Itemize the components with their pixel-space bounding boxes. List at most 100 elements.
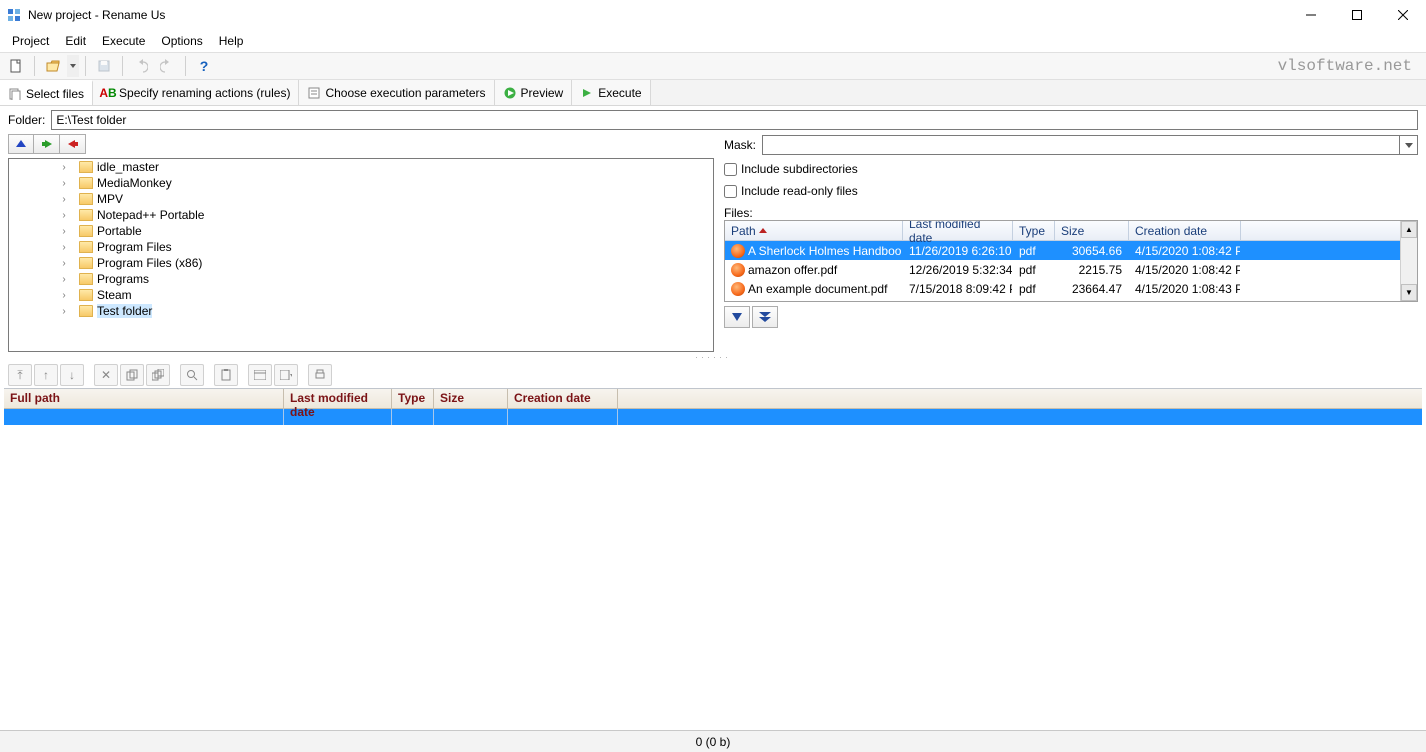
open-dropdown[interactable] bbox=[67, 55, 79, 77]
tree-item[interactable]: ›Portable bbox=[9, 223, 713, 239]
tree-up-button[interactable] bbox=[8, 134, 34, 154]
expander-icon[interactable]: › bbox=[59, 210, 69, 221]
tree-item-label: idle_master bbox=[97, 160, 159, 174]
expander-icon[interactable]: › bbox=[59, 274, 69, 285]
tab-execution-params[interactable]: Choose execution parameters bbox=[299, 80, 494, 105]
grid-row[interactable] bbox=[4, 409, 1422, 425]
redo-button[interactable] bbox=[155, 55, 179, 77]
tree-item-label: Program Files (x86) bbox=[97, 256, 202, 270]
tab-renaming-rules[interactable]: AB Specify renaming actions (rules) bbox=[93, 80, 299, 105]
files-col-modified[interactable]: Last modified date bbox=[903, 221, 1013, 240]
menu-execute[interactable]: Execute bbox=[94, 32, 153, 50]
grid-col-fullpath[interactable]: Full path bbox=[4, 389, 284, 408]
include-subdirs-label: Include subdirectories bbox=[741, 162, 858, 176]
close-button[interactable] bbox=[1380, 0, 1426, 30]
help-button[interactable]: ? bbox=[192, 55, 216, 77]
folder-input[interactable] bbox=[51, 110, 1418, 130]
window-dropdown-button[interactable] bbox=[274, 364, 298, 386]
include-readonly-checkbox[interactable] bbox=[724, 185, 737, 198]
tree-item-label: Programs bbox=[97, 272, 149, 286]
expander-icon[interactable]: › bbox=[59, 306, 69, 317]
move-top-button[interactable]: ⤒ bbox=[8, 364, 32, 386]
folder-tree[interactable]: › idle_master›MediaMonkey›MPV›Notepad++ P… bbox=[8, 158, 714, 352]
add-all-button[interactable] bbox=[752, 306, 778, 328]
grid-col-created[interactable]: Creation date bbox=[508, 389, 618, 408]
save-button[interactable] bbox=[92, 55, 116, 77]
menu-edit[interactable]: Edit bbox=[57, 32, 94, 50]
splitter-handle[interactable]: ······ bbox=[0, 352, 1426, 362]
tab-label: Choose execution parameters bbox=[325, 86, 485, 100]
mask-input[interactable] bbox=[762, 135, 1418, 155]
copy-files-button[interactable] bbox=[120, 364, 144, 386]
scroll-down-button[interactable]: ▼ bbox=[1401, 284, 1417, 301]
files-col-created[interactable]: Creation date bbox=[1129, 221, 1241, 240]
folder-icon bbox=[79, 209, 93, 221]
undo-button[interactable] bbox=[129, 55, 153, 77]
expander-icon[interactable]: › bbox=[59, 226, 69, 237]
remove-button[interactable]: ✕ bbox=[94, 364, 118, 386]
folder-icon bbox=[79, 305, 93, 317]
tree-item[interactable]: ›MediaMonkey bbox=[9, 175, 713, 191]
file-created: 4/15/2020 1:08:43 PM bbox=[1129, 281, 1241, 297]
tree-item[interactable]: › Programs bbox=[9, 271, 713, 287]
expander-icon[interactable]: › bbox=[59, 242, 69, 253]
tab-execute[interactable]: Execute bbox=[572, 80, 650, 105]
open-button[interactable] bbox=[41, 55, 65, 77]
tree-item[interactable]: › Program Files (x86) bbox=[9, 255, 713, 271]
files-col-type[interactable]: Type bbox=[1013, 221, 1055, 240]
files-scrollbar[interactable]: ▲ ▼ bbox=[1400, 221, 1417, 301]
files-label: Files: bbox=[724, 206, 1418, 220]
expander-icon[interactable]: › bbox=[59, 258, 69, 269]
include-subdirs-checkbox[interactable] bbox=[724, 163, 737, 176]
file-size: 2215.75 bbox=[1055, 262, 1129, 278]
expander-icon[interactable]: › bbox=[59, 290, 69, 301]
menu-project[interactable]: Project bbox=[4, 32, 57, 50]
tree-go-button[interactable] bbox=[34, 134, 60, 154]
minimize-button[interactable] bbox=[1288, 0, 1334, 30]
tree-item[interactable]: ›Test folder bbox=[9, 303, 713, 319]
menu-help[interactable]: Help bbox=[211, 32, 252, 50]
grid-col-type[interactable]: Type bbox=[392, 389, 434, 408]
menu-bar: Project Edit Execute Options Help bbox=[0, 30, 1426, 52]
menu-options[interactable]: Options bbox=[153, 32, 210, 50]
play-icon bbox=[503, 86, 517, 100]
expander-icon[interactable]: › bbox=[59, 194, 69, 205]
tab-label: Preview bbox=[521, 86, 564, 100]
clipboard-button[interactable] bbox=[214, 364, 238, 386]
window-button[interactable] bbox=[248, 364, 272, 386]
tree-item[interactable]: › idle_master bbox=[9, 159, 713, 175]
expander-icon[interactable]: › bbox=[59, 178, 69, 189]
mask-dropdown[interactable] bbox=[1399, 136, 1417, 154]
add-selected-button[interactable] bbox=[724, 306, 750, 328]
copy-all-button[interactable] bbox=[146, 364, 170, 386]
expander-icon[interactable]: › bbox=[59, 162, 69, 173]
tab-preview[interactable]: Preview bbox=[495, 80, 573, 105]
file-row[interactable]: A Sherlock Holmes Handbook.pdf11/26/2019… bbox=[725, 241, 1400, 260]
new-project-button[interactable] bbox=[4, 55, 28, 77]
print-button[interactable] bbox=[308, 364, 332, 386]
files-col-size[interactable]: Size bbox=[1055, 221, 1129, 240]
tree-item[interactable]: ›Steam bbox=[9, 287, 713, 303]
tree-refresh-button[interactable] bbox=[60, 134, 86, 154]
files-col-path[interactable]: Path bbox=[725, 221, 903, 240]
tree-item[interactable]: ›MPV bbox=[9, 191, 713, 207]
files-table[interactable]: Path Last modified date Type Size Creati… bbox=[725, 221, 1400, 301]
tab-select-files[interactable]: Select files bbox=[0, 80, 93, 105]
find-button[interactable] bbox=[180, 364, 204, 386]
selection-toolbar: ⤒ ↑ ↓ ✕ bbox=[0, 362, 1426, 388]
grid-col-modified[interactable]: Last modified date bbox=[284, 389, 392, 408]
file-row[interactable]: An example document.pdf7/15/2018 8:09:42… bbox=[725, 279, 1400, 298]
file-size: 30654.66 bbox=[1055, 243, 1129, 259]
folder-icon bbox=[79, 257, 93, 269]
file-size: 23664.47 bbox=[1055, 281, 1129, 297]
move-down-button[interactable]: ↓ bbox=[60, 364, 84, 386]
include-readonly-label: Include read-only files bbox=[741, 184, 858, 198]
tree-item[interactable]: ›Program Files bbox=[9, 239, 713, 255]
maximize-button[interactable] bbox=[1334, 0, 1380, 30]
tree-item[interactable]: ›Notepad++ Portable bbox=[9, 207, 713, 223]
grid-col-size[interactable]: Size bbox=[434, 389, 508, 408]
scroll-up-button[interactable]: ▲ bbox=[1401, 221, 1417, 238]
move-up-button[interactable]: ↑ bbox=[34, 364, 58, 386]
file-row[interactable]: amazon offer.pdf12/26/2019 5:32:34 PMpdf… bbox=[725, 260, 1400, 279]
selected-files-grid[interactable]: Full path Last modified date Type Size C… bbox=[4, 388, 1422, 425]
